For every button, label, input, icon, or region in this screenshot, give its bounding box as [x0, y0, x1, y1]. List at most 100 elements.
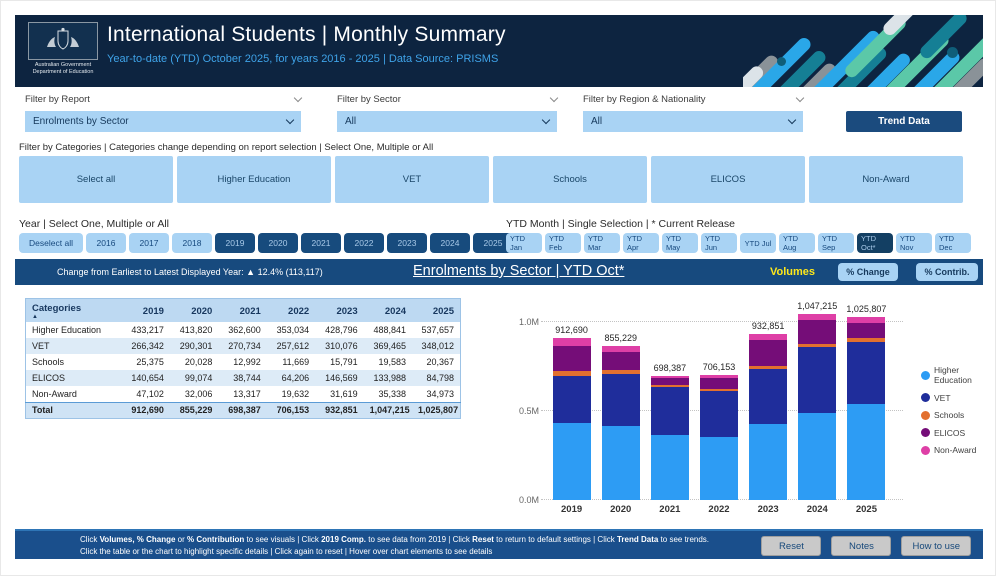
header-decoration: [743, 15, 983, 87]
year-button-2017[interactable]: 2017: [129, 233, 169, 253]
footer-button-how-to-use[interactable]: How to use: [901, 536, 971, 556]
ytd-button-ytd-jun[interactable]: YTD Jun: [701, 233, 737, 253]
filter-sector-group: Filter by Sector All: [337, 93, 557, 132]
chart-legend: Higher EducationVETSchoolsELICOSNon-Awar…: [921, 365, 983, 463]
column-header-2024[interactable]: 2024: [364, 299, 412, 323]
table-row-elicos[interactable]: ELICOS140,65499,07438,74464,206146,56913…: [26, 370, 461, 386]
footer-button-notes[interactable]: Notes: [831, 536, 891, 556]
bar-segment-vet[interactable]: [749, 369, 787, 424]
bar-2021[interactable]: [651, 376, 689, 500]
bar-segment-elicos[interactable]: [553, 346, 591, 371]
chevron-down-icon[interactable]: [550, 94, 558, 102]
ytd-button-ytd-jul[interactable]: YTD Jul: [740, 233, 776, 253]
table-row-schools[interactable]: Schools25,37520,02812,99211,66915,79119,…: [26, 354, 461, 370]
year-button-2016[interactable]: 2016: [86, 233, 126, 253]
column-header-2023[interactable]: 2023: [315, 299, 363, 323]
filter-sector-dropdown[interactable]: All: [337, 111, 557, 132]
bar-segment-vet[interactable]: [602, 374, 640, 426]
y-tick-0-5m: 0.5M: [501, 406, 539, 416]
category-button-higher-education[interactable]: Higher Education: [177, 156, 331, 203]
ytd-button-ytd-nov[interactable]: YTD Nov: [896, 233, 932, 253]
bar-segment-elicos[interactable]: [651, 378, 689, 385]
bar-2020[interactable]: [602, 346, 640, 500]
table-row-vet[interactable]: VET266,342290,301270,734257,612310,07636…: [26, 338, 461, 354]
chevron-down-icon[interactable]: [796, 94, 804, 102]
year-button-2019[interactable]: 2019: [215, 233, 255, 253]
bar-2024[interactable]: [798, 314, 836, 500]
footer-button-reset[interactable]: Reset: [761, 536, 821, 556]
ytd-button-ytd-mar[interactable]: YTD Mar: [584, 233, 620, 253]
bar-segment-elicos[interactable]: [798, 320, 836, 344]
filter-region-dropdown[interactable]: All: [583, 111, 803, 132]
cell-value: 25,375: [122, 354, 170, 370]
pct-change-button[interactable]: % Change: [838, 263, 898, 281]
footer: Click Volumes, % Change or % Contributio…: [15, 529, 983, 559]
year-button-2018[interactable]: 2018: [172, 233, 212, 253]
bar-segment-non-award[interactable]: [553, 338, 591, 346]
bar-segment-higher-education[interactable]: [847, 404, 885, 500]
year-button-2022[interactable]: 2022: [344, 233, 384, 253]
cell-value: 932,851: [315, 402, 363, 418]
bar-segment-higher-education[interactable]: [553, 423, 591, 500]
filter-report-dropdown[interactable]: Enrolments by Sector: [25, 111, 301, 132]
bar-segment-higher-education[interactable]: [700, 437, 738, 500]
bar-segment-elicos[interactable]: [602, 352, 640, 370]
chevron-down-icon: [788, 116, 796, 124]
table-row-higher-education[interactable]: Higher Education433,217413,820362,600353…: [26, 322, 461, 338]
year-button-2024[interactable]: 2024: [430, 233, 470, 253]
column-header-2021[interactable]: 2021: [218, 299, 266, 323]
ytd-button-ytd-sep[interactable]: YTD Sep: [818, 233, 854, 253]
decoration-stripe: [918, 15, 970, 61]
category-button-elicos[interactable]: ELICOS: [651, 156, 805, 203]
ytd-button-ytd-apr[interactable]: YTD Apr: [623, 233, 659, 253]
bar-segment-higher-education[interactable]: [651, 435, 689, 500]
bar-segment-higher-education[interactable]: [602, 426, 640, 500]
category-button-schools[interactable]: Schools: [493, 156, 647, 203]
year-button-2021[interactable]: 2021: [301, 233, 341, 253]
cell-value: 20,367: [412, 354, 460, 370]
ytd-button-ytd-may[interactable]: YTD May: [662, 233, 698, 253]
bar-segment-elicos[interactable]: [749, 340, 787, 366]
table-row-non-award[interactable]: Non-Award47,10232,00613,31719,63231,6193…: [26, 386, 461, 402]
category-button-select-all[interactable]: Select all: [19, 156, 173, 203]
column-header-2019[interactable]: 2019: [122, 299, 170, 323]
filter-region-value: All: [591, 116, 602, 127]
pct-contrib-button[interactable]: % Contrib.: [916, 263, 978, 281]
ytd-button-ytd-aug[interactable]: YTD Aug: [779, 233, 815, 253]
year-button-2023[interactable]: 2023: [387, 233, 427, 253]
volumes-toggle[interactable]: Volumes: [770, 266, 815, 278]
category-button-non-award[interactable]: Non-Award: [809, 156, 963, 203]
bar-segment-vet[interactable]: [700, 391, 738, 437]
category-button-vet[interactable]: VET: [335, 156, 489, 203]
cell-value: 146,569: [315, 370, 363, 386]
bar-segment-higher-education[interactable]: [798, 413, 836, 500]
bar-2019[interactable]: [553, 338, 591, 500]
bar-segment-elicos[interactable]: [700, 378, 738, 389]
cell-value: 32,006: [170, 386, 218, 402]
year-button-2020[interactable]: 2020: [258, 233, 298, 253]
column-header-2020[interactable]: 2020: [170, 299, 218, 323]
column-header-categories[interactable]: Categories▲: [26, 299, 122, 323]
bar-2023[interactable]: [749, 334, 787, 500]
ytd-button-ytd-oct[interactable]: YTD Oct*: [857, 233, 893, 253]
bar-segment-vet[interactable]: [847, 342, 885, 404]
legend-item-non-award: Non-Award: [921, 445, 983, 455]
footer-text-segment: or: [175, 535, 187, 544]
bar-segment-elicos[interactable]: [847, 323, 885, 338]
bar-segment-vet[interactable]: [798, 347, 836, 413]
year-button-deselect-all[interactable]: Deselect all: [19, 233, 83, 253]
ytd-button-ytd-jan[interactable]: YTD Jan: [506, 233, 542, 253]
table-row-total[interactable]: Total912,690855,229698,387706,153932,851…: [26, 402, 461, 418]
column-header-2022[interactable]: 2022: [267, 299, 315, 323]
column-header-2025[interactable]: 2025: [412, 299, 460, 323]
bar-2022[interactable]: [700, 375, 738, 500]
trend-data-button[interactable]: Trend Data: [846, 111, 962, 132]
chevron-down-icon[interactable]: [294, 94, 302, 102]
bar-segment-higher-education[interactable]: [749, 424, 787, 500]
bar-segment-vet[interactable]: [651, 387, 689, 435]
ytd-button-ytd-feb[interactable]: YTD Feb: [545, 233, 581, 253]
bar-segment-vet[interactable]: [553, 376, 591, 423]
bar-2025[interactable]: [847, 317, 885, 500]
ytd-button-ytd-dec[interactable]: YTD Dec: [935, 233, 971, 253]
up-arrow-icon: ▲: [246, 267, 255, 277]
